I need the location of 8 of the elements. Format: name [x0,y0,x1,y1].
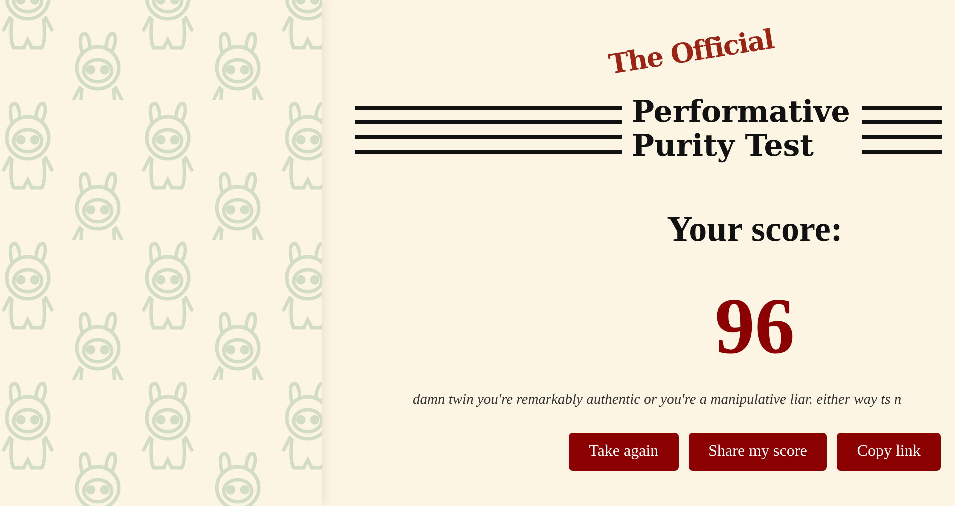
action-button[interactable]: Share my score [688,433,828,471]
logo-tagline: The Official [607,24,776,81]
score-value: 96 [715,284,795,370]
logo-title: Performative Purity Test [632,96,850,164]
action-button[interactable]: Take again [569,433,679,471]
score-heading: Your score: [667,208,843,250]
action-button[interactable]: Copy link [837,433,941,471]
result-message: damn twin you're remarkably authentic or you're a manipulative liar. either way ts n [413,392,902,409]
